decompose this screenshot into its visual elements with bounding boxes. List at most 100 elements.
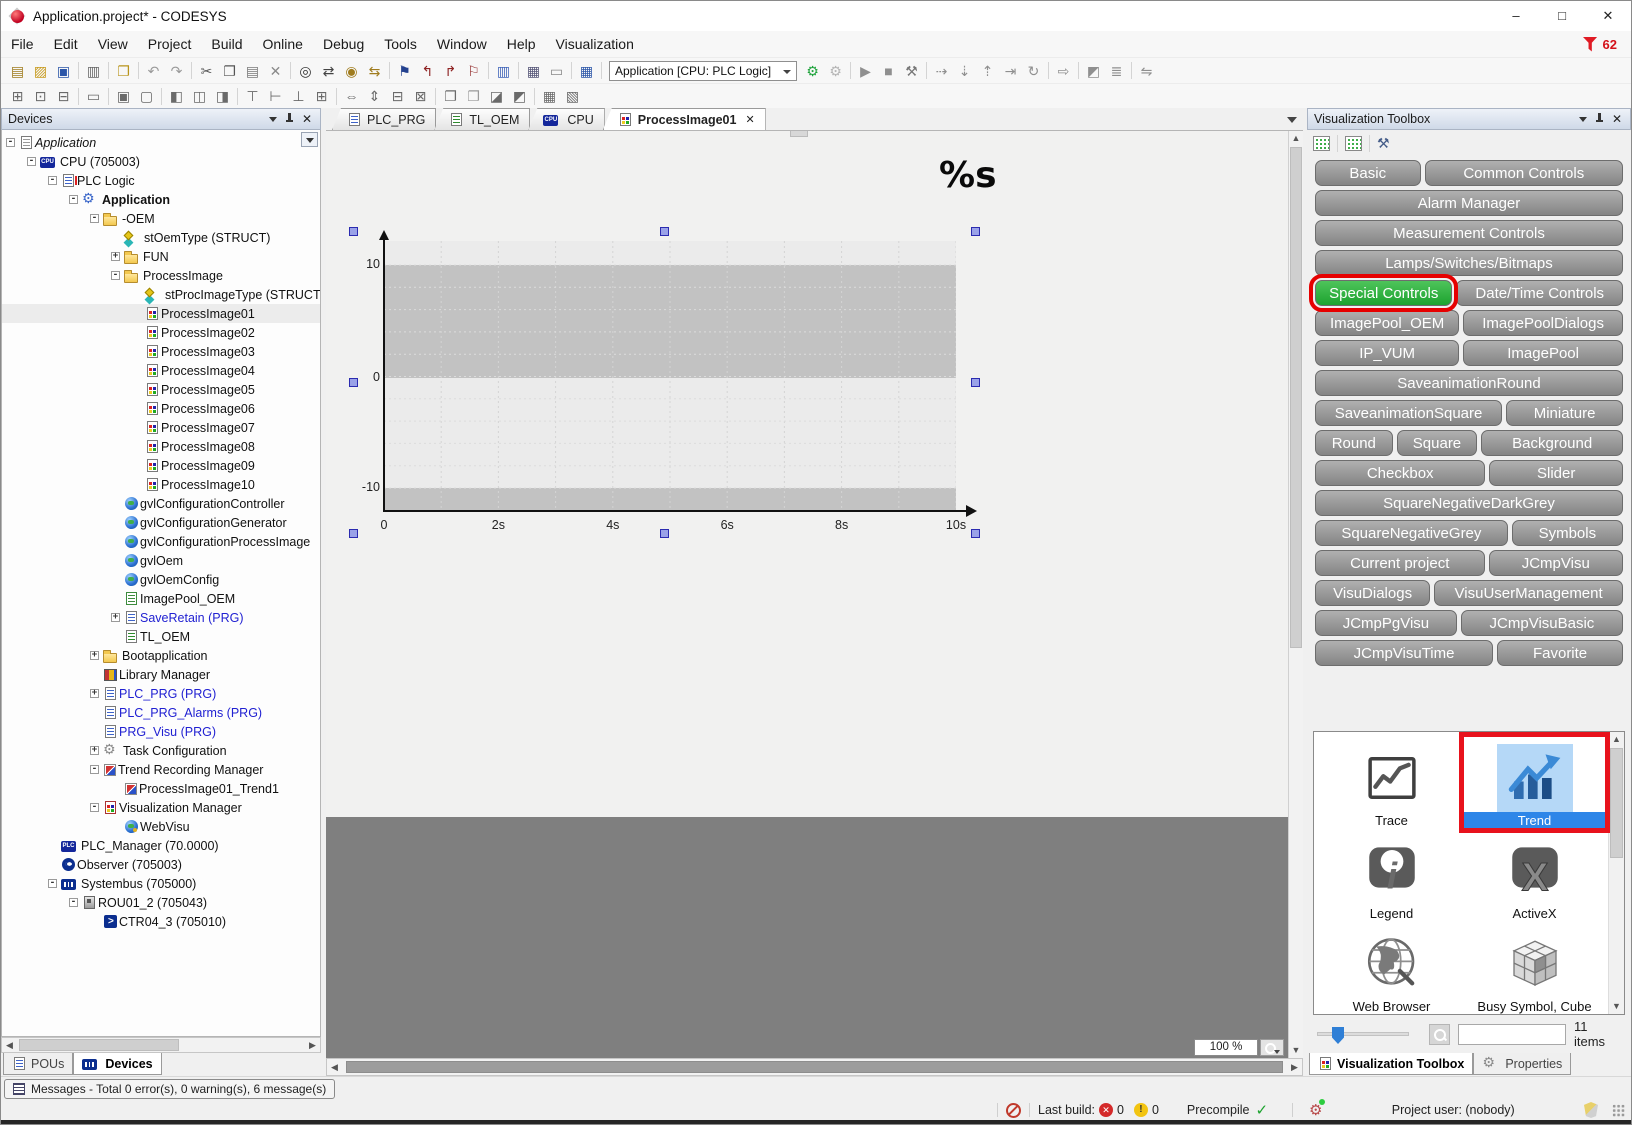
scroll-down-icon[interactable]: ▼: [1609, 999, 1624, 1014]
tree-item-stprocimagetype-struct[interactable]: stProcImageType (STRUCT): [2, 285, 320, 304]
send-backward-icon[interactable]: ◩: [508, 85, 531, 107]
tree-expander[interactable]: -: [111, 271, 120, 280]
tree-item-plc-manager-70-0000[interactable]: PLC_Manager (70.0000): [2, 836, 320, 855]
tree-item-cpu-705003[interactable]: -CPU (705003): [2, 152, 320, 171]
stop-icon[interactable]: ■: [877, 60, 900, 82]
category-squarenegativedarkgrey[interactable]: SquareNegativeDarkGrey: [1315, 490, 1623, 516]
messages-button[interactable]: Messages - Total 0 error(s), 0 warning(s…: [4, 1079, 335, 1099]
dialog-icon[interactable]: ▭: [545, 60, 568, 82]
tree-item-saveretain-prg[interactable]: +SaveRetain (PRG): [2, 608, 320, 627]
grid-view-icon[interactable]: [1313, 136, 1330, 151]
tree-item-processimage08[interactable]: ProcessImage08: [2, 437, 320, 456]
tree-item-gvloemconfig[interactable]: gvlOemConfig: [2, 570, 320, 589]
menu-window[interactable]: Window: [427, 31, 497, 57]
tree-expander[interactable]: -: [90, 214, 99, 223]
scrollbar-thumb[interactable]: [1610, 748, 1623, 858]
step-out-icon[interactable]: ⇡: [976, 60, 999, 82]
tree-item-gvlconfigurationprocessimage[interactable]: gvlConfigurationProcessImage: [2, 532, 320, 551]
editor-hscrollbar[interactable]: ◀ ▶: [326, 1058, 1303, 1076]
next-bookmark-icon[interactable]: ↱: [439, 60, 462, 82]
category-measurement-controls[interactable]: Measurement Controls: [1315, 220, 1623, 246]
calendar-icon[interactable]: ▦: [575, 60, 598, 82]
maximize-button[interactable]: □: [1539, 1, 1585, 31]
select-mode-icon[interactable]: ▦: [538, 85, 561, 107]
tree-item-processimage[interactable]: -ProcessImage: [2, 266, 320, 285]
tree-item-webvisu[interactable]: WebVisu: [2, 817, 320, 836]
open-project-icon[interactable]: ▨: [29, 60, 52, 82]
close-panel-icon[interactable]: ✕: [302, 113, 312, 125]
align-top-icon[interactable]: ⊤: [241, 85, 264, 107]
visualization-settings-icon[interactable]: ⊞: [6, 85, 29, 107]
breakpoints-icon[interactable]: ◩: [1082, 60, 1105, 82]
tree-item-imagepool-oem[interactable]: ImagePool_OEM: [2, 589, 320, 608]
tree-item-trend-recording-manager[interactable]: -Trend Recording Manager: [2, 760, 320, 779]
copy-screen-icon[interactable]: ❐: [112, 60, 135, 82]
tree-item-processimage01[interactable]: ProcessImage01: [2, 304, 320, 323]
editor-tab-cpu[interactable]: CPU: [528, 108, 604, 130]
step-into-icon[interactable]: ⇣: [953, 60, 976, 82]
category-saveanimationround[interactable]: SaveanimationRound: [1315, 370, 1623, 396]
category-current-project[interactable]: Current project: [1315, 550, 1485, 576]
splitter-handle[interactable]: [790, 131, 808, 137]
device-filter-dropdown[interactable]: [301, 132, 318, 147]
replace-in-project-icon[interactable]: ⇆: [363, 60, 386, 82]
find-icon[interactable]: ◎: [294, 60, 317, 82]
scroll-right-icon[interactable]: ▶: [305, 1038, 320, 1052]
selection-handle[interactable]: [349, 529, 358, 538]
category-squarenegativegrey[interactable]: SquareNegativeGrey: [1315, 520, 1508, 546]
group-icon[interactable]: ▣: [112, 85, 135, 107]
align-bottom-icon[interactable]: ⊥: [287, 85, 310, 107]
scroll-right-icon[interactable]: ▶: [1287, 1060, 1302, 1074]
category-jcmppgvisu[interactable]: JCmpPgVisu: [1315, 610, 1457, 636]
multi-select-icon[interactable]: ▧: [561, 85, 584, 107]
category-imagepool-oem[interactable]: ImagePool_OEM: [1315, 310, 1459, 336]
editor-tab-tl-oem[interactable]: TL_OEM: [434, 108, 530, 130]
icon-size-slider[interactable]: [1317, 1032, 1409, 1036]
close-button[interactable]: ✕: [1585, 1, 1631, 31]
tree-expander[interactable]: -: [6, 138, 15, 147]
tree-item-processimage04[interactable]: ProcessImage04: [2, 361, 320, 380]
category-jcmpvisubasic[interactable]: JCmpVisuBasic: [1461, 610, 1623, 636]
category-square[interactable]: Square: [1397, 430, 1478, 456]
tree-item-tl-oem[interactable]: TL_OEM: [2, 627, 320, 646]
tree-item-visualization-manager[interactable]: -Visualization Manager: [2, 798, 320, 817]
scrollbar-thumb[interactable]: [19, 1039, 179, 1051]
logout-icon[interactable]: ⚙: [824, 60, 847, 82]
tree-item-observer-705003[interactable]: Observer (705003): [2, 855, 320, 874]
tree-expander[interactable]: +: [90, 651, 99, 660]
tree-item-application[interactable]: -Application: [2, 190, 320, 209]
align-center-icon[interactable]: ◫: [188, 85, 211, 107]
panel-menu-icon[interactable]: [269, 117, 277, 126]
start-icon[interactable]: ▶: [854, 60, 877, 82]
same-width-icon[interactable]: ⊟: [386, 85, 409, 107]
tab-list-dropdown-icon[interactable]: [1285, 113, 1299, 127]
distribute-horizontal-icon[interactable]: ⇔: [340, 85, 363, 107]
size-to-grid-icon[interactable]: ⊞: [310, 85, 333, 107]
menu-online[interactable]: Online: [253, 31, 313, 57]
category-date-time-controls[interactable]: Date/Time Controls: [1456, 280, 1623, 306]
category-visudialogs[interactable]: VisuDialogs: [1315, 580, 1430, 606]
resize-grip[interactable]: [1612, 1104, 1625, 1117]
scroll-up-icon[interactable]: ▲: [1609, 732, 1624, 747]
tree-item-processimage02[interactable]: ProcessImage02: [2, 323, 320, 342]
panel-menu-icon[interactable]: [1579, 117, 1587, 126]
run-to-cursor-icon[interactable]: ⇥: [999, 60, 1022, 82]
hotkeys-icon[interactable]: ⊡: [29, 85, 52, 107]
tree-item-library-manager[interactable]: Library Manager: [2, 665, 320, 684]
replace-icon[interactable]: ⇄: [317, 60, 340, 82]
tree-item-application[interactable]: -Application: [2, 133, 320, 152]
category-ip-vum[interactable]: IP_VUM: [1315, 340, 1459, 366]
pin-icon[interactable]: [285, 113, 294, 125]
menu-file[interactable]: File: [1, 31, 44, 57]
tree-item-processimage05[interactable]: ProcessImage05: [2, 380, 320, 399]
grid-options-icon[interactable]: ▦: [522, 60, 545, 82]
menu-edit[interactable]: Edit: [44, 31, 88, 57]
redo-icon[interactable]: ↷: [165, 60, 188, 82]
menu-view[interactable]: View: [88, 31, 138, 57]
tree-item-processimage06[interactable]: ProcessImage06: [2, 399, 320, 418]
category-miniature[interactable]: Miniature: [1506, 400, 1623, 426]
tree-expander[interactable]: +: [90, 689, 99, 698]
print-icon[interactable]: ▥: [82, 60, 105, 82]
tree-expander[interactable]: -: [69, 195, 78, 204]
customize-toolbox-icon[interactable]: ⚒: [1377, 135, 1390, 152]
